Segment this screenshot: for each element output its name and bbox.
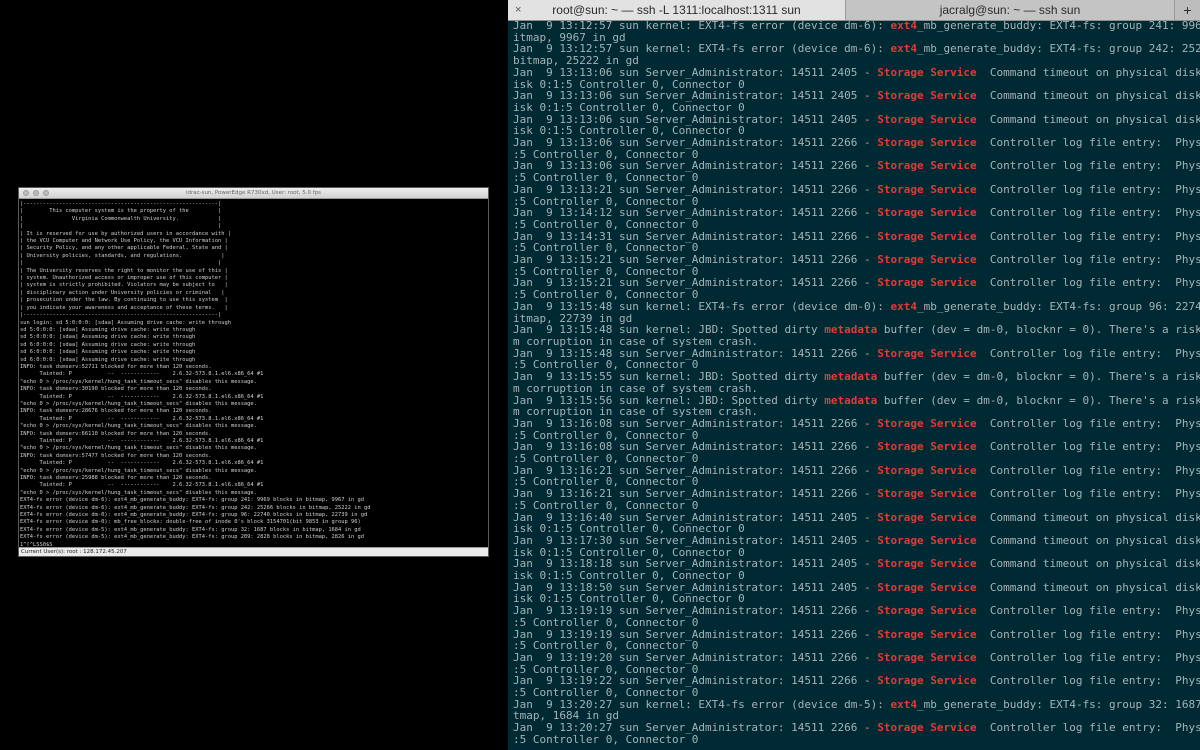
highlighted-term: Storage Service xyxy=(877,650,977,664)
highlighted-term: metadata xyxy=(824,323,878,337)
tab-label: root@sun: ~ — ssh -L 1311:localhost:1311… xyxy=(552,3,801,17)
console-line: EXT4-fs error (device dm-5): ext4_mb_gen… xyxy=(20,534,365,541)
console-line: | system is strictly prohibited. Violato… xyxy=(20,282,228,289)
console-line: Tainted: P -- ------------ 2.6.32-573.8.… xyxy=(39,482,264,489)
highlighted-term: Storage Service xyxy=(877,440,977,454)
console-line: Tainted: P -- ------------ 2.6.32-573.8.… xyxy=(39,460,264,467)
console-line: INFO: task dsmserv:30190 blocked for mor… xyxy=(20,386,212,393)
highlighted-term: metadata xyxy=(824,393,878,407)
console-line: sd 5:0:0:0: [sdaa] Assuming drive cache:… xyxy=(20,334,196,341)
terminal-content[interactable]: Jan 9 13:12:57 sun kernel: EXT4-fs error… xyxy=(508,20,1200,750)
console-line: | prosecution under the law. By continui… xyxy=(20,297,228,304)
highlighted-term: Storage Service xyxy=(877,463,977,477)
tab-jacralg-ssh[interactable]: jacralg@sun: ~ — ssh sun xyxy=(845,0,1174,20)
console-line: INFO: task dsmserv:57477 blocked for mor… xyxy=(20,452,212,459)
highlighted-term: Storage Service xyxy=(877,604,977,618)
console-line: "echo 0 > /proc/sys/kernel/hung_task_tim… xyxy=(20,423,257,430)
terminal-window[interactable]: × root@sun: ~ — ssh -L 1311:localhost:13… xyxy=(508,0,1200,750)
console-titlebar[interactable]: idrac-sun, PowerEdge R730xd, User: root,… xyxy=(19,188,488,199)
console-line: | The University reserves the right to m… xyxy=(20,267,228,274)
console-line: | system. Unauthorized access or imprope… xyxy=(20,275,228,282)
console-line: | Virginia Commonwealth University. | xyxy=(20,215,222,222)
console-line: Tainted: P -- ------------ 2.6.32-573.8.… xyxy=(39,415,264,422)
console-line: "echo 0 > /proc/sys/kernel/hung_task_tim… xyxy=(20,378,257,385)
highlighted-term: Storage Service xyxy=(877,136,977,150)
console-status-bar: Current User(s): root : 128.172.45.207 xyxy=(19,547,488,556)
console-line: | | xyxy=(20,223,222,230)
console-line: "echo 0 > /proc/sys/kernel/hung_task_tim… xyxy=(20,467,257,474)
tab-label: jacralg@sun: ~ — ssh sun xyxy=(939,3,1081,17)
highlighted-term: Storage Service xyxy=(877,65,977,79)
highlighted-term: Storage Service xyxy=(877,276,977,290)
console-line: | you indicate your awareness and accept… xyxy=(20,304,228,311)
syslog-output: Jan 9 13:12:57 sun kernel: EXT4-fs error… xyxy=(513,20,1200,746)
highlighted-term: Storage Service xyxy=(877,89,977,103)
console-line: "echo 0 > /proc/sys/kernel/hung_task_tim… xyxy=(20,400,257,407)
highlighted-term: Storage Service xyxy=(877,487,977,501)
highlighted-term: Storage Service xyxy=(877,112,977,126)
console-line: Tainted: P -- ------------ 2.6.32-573.8.… xyxy=(39,438,264,444)
console-line: "echo 0 > /proc/sys/kernel/hung_task_tim… xyxy=(20,445,257,452)
highlighted-term: ext4 xyxy=(890,697,918,711)
console-line: EXT4-fs error (device dm-0): ext4_mb_gen… xyxy=(20,512,368,519)
console-line: | disciplinary action under University p… xyxy=(20,289,225,296)
highlighted-term: Storage Service xyxy=(877,533,977,547)
console-line: EXT4-fs error (device dm-0): mb_free_blo… xyxy=(20,519,361,526)
console-line: EXT4-fs error (device dm-5): ext4_mb_gen… xyxy=(20,526,361,533)
console-line: |---------------------------------------… xyxy=(20,201,222,207)
virtual-console-window[interactable]: idrac-sun, PowerEdge R730xd, User: root,… xyxy=(18,187,489,557)
console-line: INFO: task dsmserv:28676 blocked for mor… xyxy=(20,408,212,415)
highlighted-term: ext4 xyxy=(890,20,918,32)
console-line: "echo 0 > /proc/sys/kernel/hung_task_tim… xyxy=(20,489,257,496)
console-line: INFO: task dsmserv:25988 blocked for mor… xyxy=(20,475,212,482)
console-line: Tainted: P -- ------------ 2.6.32-573.8.… xyxy=(39,393,264,400)
console-line: sd 5:0:0:0: [sdaa] Assuming drive cache:… xyxy=(20,326,196,333)
highlighted-term: ext4 xyxy=(890,42,918,56)
highlighted-term: Storage Service xyxy=(877,627,977,641)
console-line: Tainted: P -- ------------ 2.6.32-573.8.… xyxy=(39,371,264,378)
highlighted-term: Storage Service xyxy=(877,510,977,524)
console-line: sun login: sd 5:0:0:0: [sdaa] Assuming d… xyxy=(20,319,231,326)
highlighted-term: metadata xyxy=(824,370,878,384)
tab-root-ssh[interactable]: × root@sun: ~ — ssh -L 1311:localhost:13… xyxy=(508,0,845,20)
console-line: INFO: task dsmserv:66110 blocked for mor… xyxy=(20,430,212,437)
console-screen[interactable]: |---------------------------------------… xyxy=(20,201,487,546)
console-line: | University policies, standards, and re… xyxy=(20,252,225,259)
highlighted-term: Storage Service xyxy=(877,206,977,220)
new-tab-button[interactable]: + xyxy=(1174,0,1200,20)
console-line: |---------------------------------------… xyxy=(20,312,222,319)
console-output: |---------------------------------------… xyxy=(20,201,487,546)
terminal-tab-bar: × root@sun: ~ — ssh -L 1311:localhost:13… xyxy=(508,0,1200,21)
highlighted-term: Storage Service xyxy=(877,182,977,196)
console-window-title: idrac-sun, PowerEdge R730xd, User: root,… xyxy=(185,190,322,196)
console-line: INFO: task dsmserv:52711 blocked for mor… xyxy=(20,363,212,370)
highlighted-term: ext4 xyxy=(890,299,918,313)
close-tab-icon[interactable]: × xyxy=(515,0,521,20)
highlighted-term: Storage Service xyxy=(877,674,977,688)
console-line: EXT4-fs error (device dm-6): ext4_mb_gen… xyxy=(20,497,365,504)
highlighted-term: Storage Service xyxy=(877,253,977,267)
console-line: 1^[^LSS0$S xyxy=(20,541,53,546)
highlighted-term: Storage Service xyxy=(877,580,977,594)
console-line: | the VCU Computer and Network Use Polic… xyxy=(20,238,228,245)
highlighted-term: Storage Service xyxy=(877,229,977,243)
highlighted-term: Storage Service xyxy=(877,721,977,735)
console-line: | | xyxy=(20,260,222,267)
highlighted-term: Storage Service xyxy=(877,416,977,430)
console-line: sd 6:0:0:0: [sdaa] Assuming drive cache:… xyxy=(20,341,196,348)
log-line: :5 Controller 0, Connector 0 xyxy=(513,732,699,746)
highlighted-term: Storage Service xyxy=(877,557,977,571)
console-line: | This computer system is the property o… xyxy=(20,208,222,215)
console-line: | Security Policy, and any other applica… xyxy=(20,245,228,252)
console-line: | It is reserved for use by authorized u… xyxy=(20,230,231,237)
highlighted-term: Storage Service xyxy=(877,346,977,360)
console-line: sd 6:0:0:0: [sdaa] Assuming drive cache:… xyxy=(20,349,196,356)
highlighted-term: Storage Service xyxy=(877,159,977,173)
console-line: sd 6:0:0:0: [sdaa] Assuming drive cache:… xyxy=(20,356,196,363)
console-line: EXT4-fs error (device dm-6): ext4_mb_gen… xyxy=(20,504,371,511)
